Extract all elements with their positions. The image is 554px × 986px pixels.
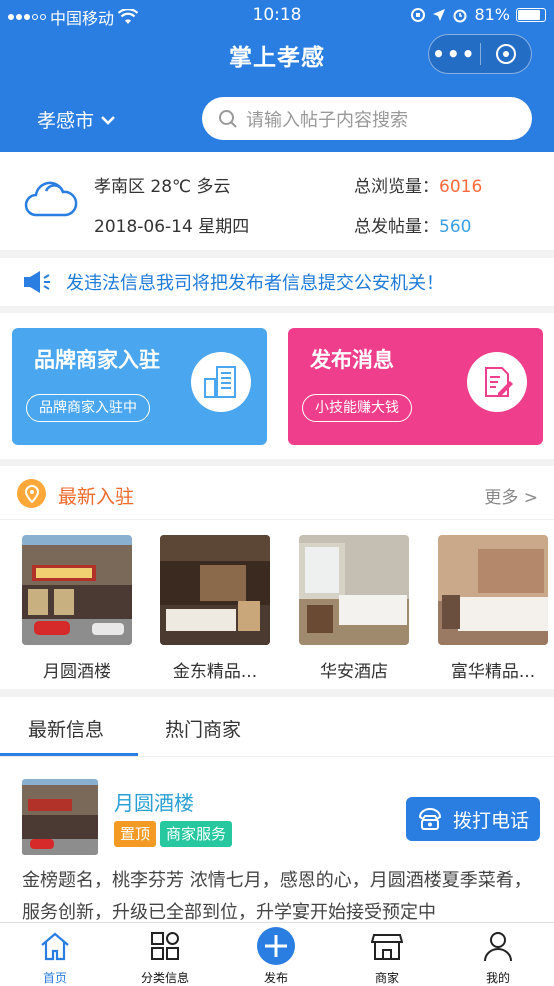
tab-latest-info[interactable]: 最新信息 xyxy=(28,715,104,742)
top-badge: 置顶 xyxy=(114,821,157,847)
card-tag: 小技能赚大钱 xyxy=(302,394,412,422)
search-placeholder: 请输入帖子内容搜索 xyxy=(246,109,408,131)
total-posts: 总发帖量：560 xyxy=(354,217,472,237)
battery-percent: 81% xyxy=(474,5,510,24)
item-title: 月圆酒楼 xyxy=(114,791,194,815)
info-list: 最新信息 热门商家 月圆酒楼 置顶 商家服务 拨打电话 金榜题名，桃李芬芳 浓情… xyxy=(0,697,554,922)
edit-icon xyxy=(467,352,527,412)
publish-card[interactable]: 发布消息 小技能赚大钱 xyxy=(288,328,543,445)
more-link[interactable]: 更多 > xyxy=(484,483,538,508)
grid-icon xyxy=(151,932,179,960)
battery-icon xyxy=(516,7,546,22)
bottom-tab-bar: 首页 分类信息 发布 商家 我的 xyxy=(0,922,554,986)
brand-join-card[interactable]: 品牌商家入驻 品牌商家入驻中 xyxy=(12,328,267,445)
city-label: 孝感市 xyxy=(37,110,95,132)
rotation-lock-icon xyxy=(411,7,426,22)
item-description: 金榜题名，桃李芬芳 浓情七月，感恩的心，月圆酒楼夏季菜肴，服务创新，升级已全部到… xyxy=(22,870,532,922)
tab-publish[interactable]: 发布 xyxy=(221,923,331,986)
merchant-card[interactable]: 金东精品... xyxy=(160,535,270,682)
call-button[interactable]: 拨打电话 xyxy=(406,797,540,841)
more-menu-icon[interactable]: ••• xyxy=(429,42,480,66)
weather-summary: 孝南区 28℃ 多云 xyxy=(94,177,231,197)
search-input[interactable]: 请输入帖子内容搜索 xyxy=(202,97,532,140)
merchant-photo xyxy=(438,535,548,645)
merchant-card[interactable]: 月圆酒楼 xyxy=(22,535,132,682)
miniapp-capsule: ••• xyxy=(428,34,532,74)
merchant-card[interactable]: 华安酒店 xyxy=(299,535,409,682)
list-item[interactable]: 月圆酒楼 置顶 商家服务 拨打电话 金榜题名，桃李芬芳 浓情七月，感恩的心，月圆… xyxy=(0,757,554,922)
city-selector[interactable]: 孝感市 xyxy=(37,106,116,133)
header-bar: 中国移动 10:18 81% 掌上孝感 ••• 孝感市 请输入帖子内容搜索 xyxy=(0,0,554,152)
total-views: 总浏览量：6016 xyxy=(354,177,483,197)
service-badge: 商家服务 xyxy=(160,821,233,847)
merchant-name: 富华精品... xyxy=(450,662,536,682)
action-cards: 品牌商家入驻 品牌商家入驻中 发布消息 小技能赚大钱 xyxy=(0,313,554,459)
call-label: 拨打电话 xyxy=(452,809,529,832)
tab-home[interactable]: 首页 xyxy=(0,923,110,986)
close-miniapp-icon[interactable] xyxy=(481,44,532,64)
plus-icon xyxy=(257,927,295,965)
location-icon xyxy=(433,8,446,21)
home-icon xyxy=(41,932,69,961)
status-bar: 中国移动 10:18 81% xyxy=(0,0,554,30)
section-title: 最新入驻 xyxy=(58,486,135,508)
phone-icon xyxy=(418,808,441,830)
tab-mine[interactable]: 我的 xyxy=(443,923,553,986)
new-merchants-section: 最新入驻 更多 > 月圆酒楼 金东精品... 华安酒店 富华精品... xyxy=(0,466,554,689)
tab-merchants[interactable]: 商家 xyxy=(332,923,442,986)
search-icon xyxy=(219,109,237,128)
speaker-icon xyxy=(24,271,50,293)
merchant-card[interactable]: 富华精品... xyxy=(438,535,548,682)
tab-hot-merchants[interactable]: 热门商家 xyxy=(165,715,241,742)
merchant-photo xyxy=(22,535,132,645)
location-pin-icon xyxy=(17,479,46,508)
merchant-name: 金东精品... xyxy=(172,662,258,682)
cloud-icon xyxy=(24,181,78,217)
store-icon xyxy=(371,934,403,960)
chevron-down-icon xyxy=(101,115,115,125)
weather-panel: 孝南区 28℃ 多云 2018-06-14 星期四 总浏览量：6016 总发帖量… xyxy=(0,152,554,250)
notice-bar[interactable]: 发违法信息我司将把发布者信息提交公安机关！ xyxy=(0,258,554,306)
weather-date: 2018-06-14 星期四 xyxy=(94,217,250,237)
building-icon xyxy=(191,352,251,412)
tab-categories[interactable]: 分类信息 xyxy=(110,923,220,986)
item-thumbnail xyxy=(22,779,98,855)
merchant-name: 华安酒店 xyxy=(320,662,388,682)
merchant-name: 月圆酒楼 xyxy=(43,662,111,682)
merchant-photo xyxy=(299,535,409,645)
card-title: 发布消息 xyxy=(310,348,394,372)
alarm-icon xyxy=(453,9,467,22)
user-icon xyxy=(484,932,512,962)
merchant-photo xyxy=(160,535,270,645)
card-title: 品牌商家入驻 xyxy=(34,348,160,372)
notice-text: 发违法信息我司将把发布者信息提交公安机关！ xyxy=(66,273,444,294)
card-tag: 品牌商家入驻中 xyxy=(26,394,150,422)
active-tab-indicator xyxy=(0,753,138,756)
